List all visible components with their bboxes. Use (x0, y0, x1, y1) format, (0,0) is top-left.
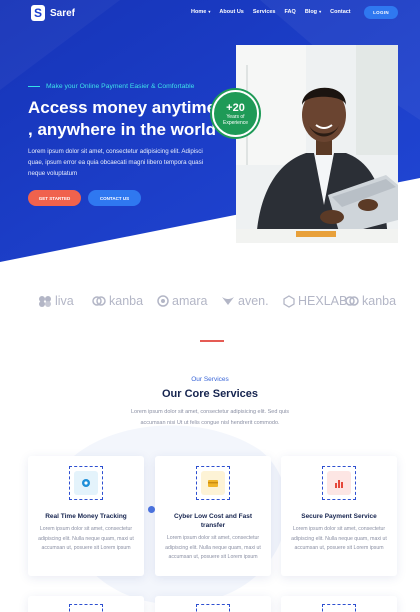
partner-logo-kanba-2[interactable]: kanba (345, 290, 396, 312)
services-description: Lorem ipsum dolor sit amet, consectetur … (130, 409, 290, 426)
service-card-transfer[interactable]: Cyber Low Cost and Fast transfer Lorem i… (155, 456, 271, 576)
services-subtitle: Our Services (191, 376, 229, 383)
amara-logo-icon (157, 295, 169, 307)
card-icon-frame (196, 604, 230, 612)
partner-logo-amara[interactable]: amara (157, 290, 207, 312)
services-title: Our Core Services (162, 388, 258, 400)
get-started-button[interactable]: GET STARTED (28, 190, 81, 206)
nav-item-about[interactable]: About Us (219, 9, 243, 15)
card-title: Real Time Money Tracking (45, 513, 127, 520)
login-button[interactable]: LOGIN (364, 6, 398, 19)
brand-name: Saref (50, 7, 76, 19)
card-icon-frame (322, 466, 356, 500)
navbar: S Saref Home ▾ About Us Services FAQ Blo… (0, 0, 420, 26)
card-text: Lorem ipsum dolor sit amet, consectetur … (291, 526, 387, 551)
partner-name: liva (55, 294, 74, 308)
badge-number: +20 (226, 101, 245, 114)
hero-description: Lorem ipsum dolor sit amet, consectetur … (28, 148, 204, 177)
partner-logo-aven[interactable]: aven. (221, 290, 269, 312)
card-icon-frame (322, 604, 356, 612)
partner-logo-kanba[interactable]: kanba (92, 290, 143, 312)
main-nav: Home ▾ About Us Services FAQ Blog ▾ Cont… (191, 9, 351, 15)
partner-name: HEXLAB (298, 294, 348, 308)
decorative-dot (148, 506, 155, 513)
partner-logo-liva[interactable]: liva (38, 290, 74, 312)
kanba-logo-icon (92, 296, 106, 306)
partner-logo-hexlab[interactable]: HEXLAB (283, 290, 347, 312)
card-text: Lorem ipsum dolor sit amet, consectetur … (38, 526, 134, 551)
liva-logo-icon (39, 296, 51, 307)
service-card-partial (155, 596, 271, 612)
nav-item-faq[interactable]: FAQ (285, 9, 296, 15)
contact-us-button[interactable]: CONTACT US (88, 190, 141, 206)
service-card-tracking[interactable]: Real Time Money Tracking Lorem ipsum dol… (28, 456, 144, 576)
chevron-down-icon: ▾ (318, 9, 322, 14)
nav-item-home[interactable]: Home ▾ (191, 9, 210, 15)
service-card-partial (28, 596, 144, 612)
brand-logo[interactable]: S Saref (31, 5, 75, 21)
payment-icon (327, 471, 351, 495)
experience-badge: +20 Years of Experience (212, 90, 259, 137)
partner-name: kanba (109, 294, 144, 308)
businessman-illustration (236, 45, 398, 243)
tagline-line (28, 86, 40, 87)
logo-mark-icon: S (31, 5, 45, 21)
nav-item-services[interactable]: Services (253, 9, 276, 15)
section-divider (200, 340, 224, 342)
card-icon-frame (69, 466, 103, 500)
card-text: Lorem ipsum dolor sit amet, consectetur … (165, 535, 261, 560)
card-icon-frame (196, 466, 230, 500)
badge-text-2: Experience (222, 119, 248, 126)
chevron-down-icon: ▾ (207, 9, 211, 14)
partner-logos: liva kanba amara aven. HEXLAB kanba (0, 290, 420, 312)
nav-item-contact[interactable]: Contact (330, 9, 350, 15)
hero-title: Access money anytime , anywhere in the w… (28, 98, 217, 139)
partner-name: amara (172, 294, 208, 308)
service-card-payment[interactable]: Secure Payment Service Lorem ipsum dolor… (281, 456, 397, 576)
card-icon-frame (69, 604, 103, 612)
nav-item-blog[interactable]: Blog ▾ (305, 9, 321, 15)
card-title: Cyber Low Cost and Fast transfer (173, 513, 252, 529)
transfer-icon (201, 471, 225, 495)
tracking-icon (74, 471, 98, 495)
hero-tagline: Make your Online Payment Easier & Comfor… (28, 83, 194, 90)
partner-name: aven. (238, 294, 269, 308)
card-title: Secure Payment Service (301, 513, 377, 520)
hero-photo (236, 45, 398, 243)
aven-logo-icon (222, 297, 234, 305)
partner-name: kanba (362, 294, 397, 308)
hexlab-logo-icon (283, 294, 295, 308)
service-card-partial (281, 596, 397, 612)
kanba-logo-icon (345, 296, 359, 306)
tagline-text: Make your Online Payment Easier & Comfor… (46, 83, 195, 90)
